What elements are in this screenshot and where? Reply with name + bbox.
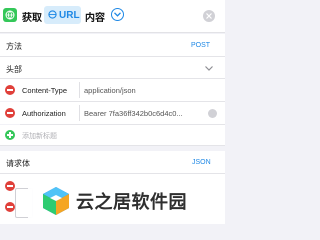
watermark: 云之居软件园	[28, 178, 225, 224]
request-body-type[interactable]: JSON	[192, 159, 211, 166]
headers-label: 头部	[6, 65, 22, 74]
url-variable-chip[interactable]: URL	[44, 6, 81, 24]
remove-field-button[interactable]	[5, 202, 15, 212]
get-contents-action-icon	[3, 8, 17, 22]
field-divider	[79, 105, 80, 121]
action-card[interactable]: 获取 URL 内容	[0, 0, 225, 33]
link-icon	[48, 10, 57, 19]
remove-field-button[interactable]	[5, 181, 15, 191]
headers-section-row[interactable]: 头部	[0, 57, 225, 78]
header-item-content-type: Content-Type application/json	[0, 79, 225, 101]
add-header-row[interactable]: 添加新标题	[0, 125, 225, 145]
remove-header-button[interactable]	[5, 85, 15, 95]
method-label: 方法	[6, 42, 22, 51]
method-row[interactable]: 方法 POST	[0, 34, 225, 56]
action-verb: 获取	[22, 13, 42, 24]
action-noun: 内容	[85, 13, 105, 24]
method-value[interactable]: POST	[191, 42, 210, 49]
header-value[interactable]: Bearer 7fa36ff342b0c6d4c0...	[84, 109, 200, 118]
header-key[interactable]: Authorization	[22, 109, 66, 118]
close-icon	[206, 13, 212, 19]
header-key[interactable]: Content-Type	[22, 86, 67, 95]
chevron-down-icon[interactable]	[205, 66, 213, 71]
url-chip-label: URL	[59, 10, 80, 21]
header-value[interactable]: application/json	[84, 86, 204, 95]
clear-field-icon[interactable]	[208, 109, 217, 118]
field-divider	[79, 82, 80, 98]
remove-header-button[interactable]	[5, 108, 15, 118]
chevron-down-icon	[114, 12, 121, 17]
divider	[0, 145, 225, 146]
request-body-row[interactable]: 请求体 JSON	[0, 151, 225, 173]
request-body-label: 请求体	[6, 159, 30, 168]
header-item-authorization: Authorization Bearer 7fa36ff342b0c6d4c0.…	[0, 102, 225, 124]
add-header-label[interactable]: 添加新标题	[22, 131, 57, 141]
remove-action-button[interactable]	[203, 10, 215, 22]
expand-action-button[interactable]	[111, 8, 124, 21]
add-header-icon[interactable]	[5, 130, 15, 140]
watermark-logo-icon	[43, 187, 69, 215]
watermark-text: 云之居软件园	[76, 192, 187, 212]
